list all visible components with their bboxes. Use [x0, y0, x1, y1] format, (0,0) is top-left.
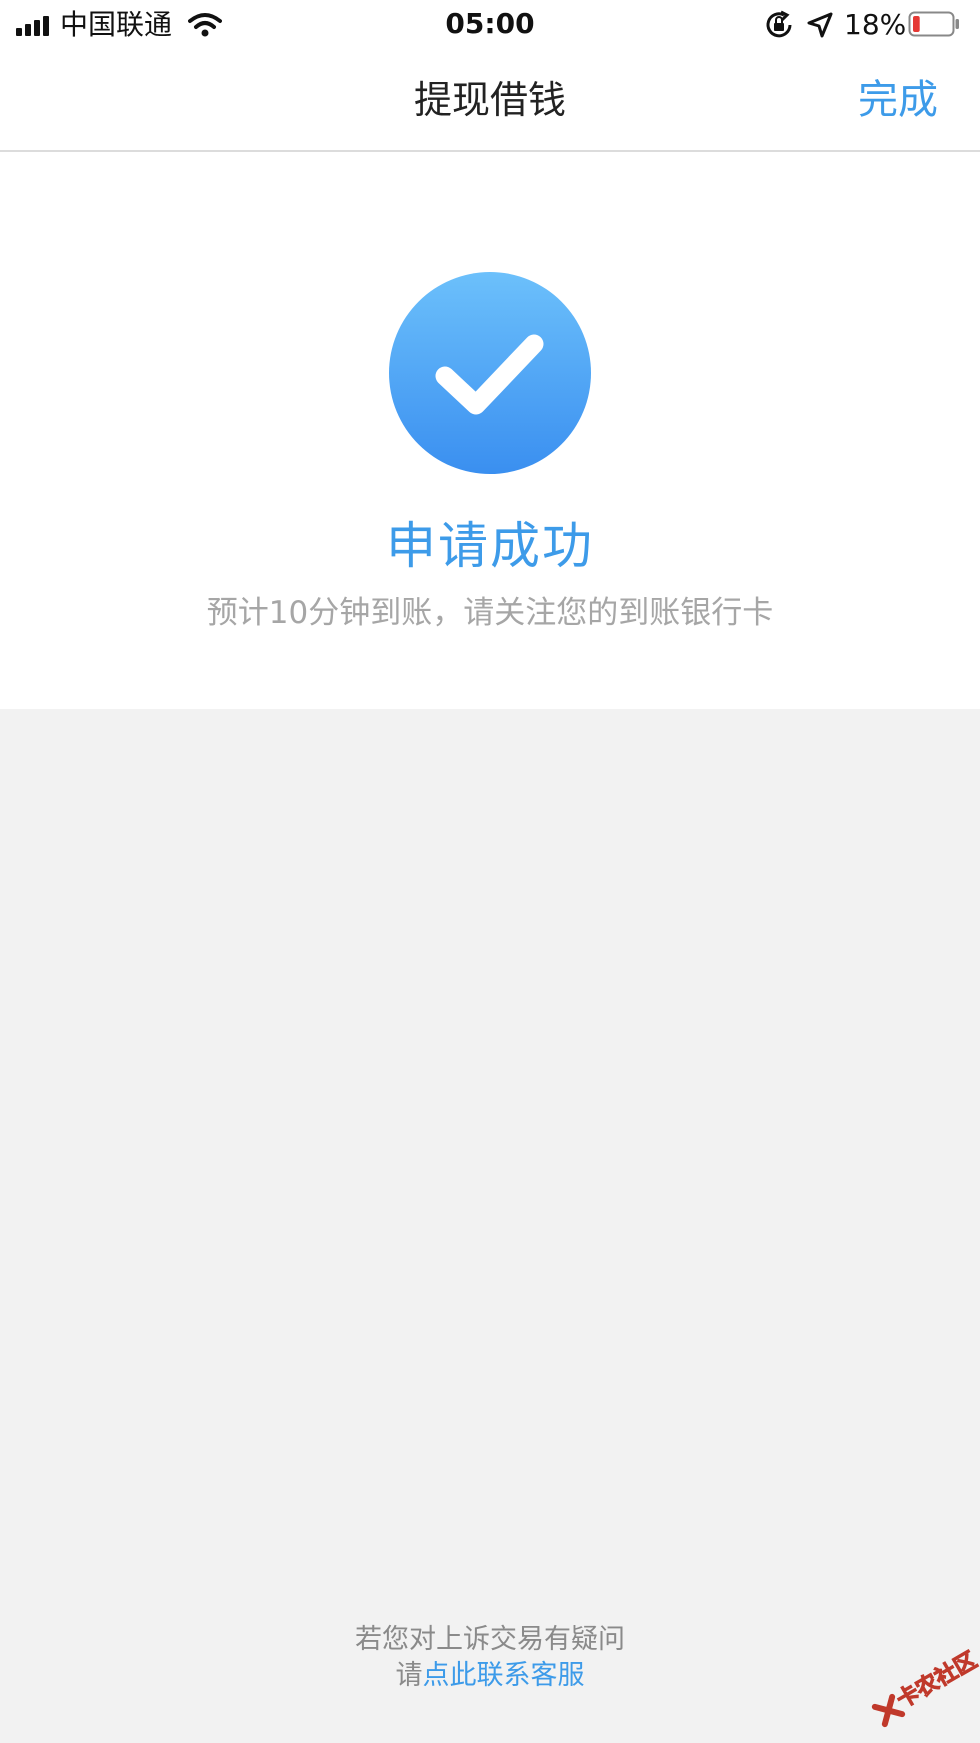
success-card: 申请成功 预计10分钟到账，请关注您的到账银行卡: [0, 152, 980, 709]
success-title: 申请成功: [386, 517, 594, 575]
page-title: 提现借钱: [413, 78, 566, 122]
success-subtitle: 预计10分钟到账，请关注您的到账银行卡: [206, 595, 774, 631]
contact-support-link[interactable]: 点此联系客服: [423, 1660, 585, 1691]
status-bar: 中国联通 05:00 18%: [0, 0, 980, 50]
check-circle-icon: [389, 272, 591, 474]
location-arrow-icon: [807, 12, 833, 38]
footer-contact-line: 请点此联系客服: [0, 1658, 980, 1694]
navigation-bar: 提现借钱 完成: [0, 50, 980, 152]
battery-percent: 18%: [844, 8, 907, 41]
rotation-lock-icon: [766, 10, 792, 38]
battery-icon: [908, 11, 959, 37]
footer-prefix: 请: [395, 1660, 423, 1691]
done-button[interactable]: 完成: [858, 74, 938, 126]
footer-question: 若您对上诉交易有疑问: [355, 1624, 625, 1655]
footer-help: 若您对上诉交易有疑问 请点此联系客服: [0, 1622, 980, 1694]
